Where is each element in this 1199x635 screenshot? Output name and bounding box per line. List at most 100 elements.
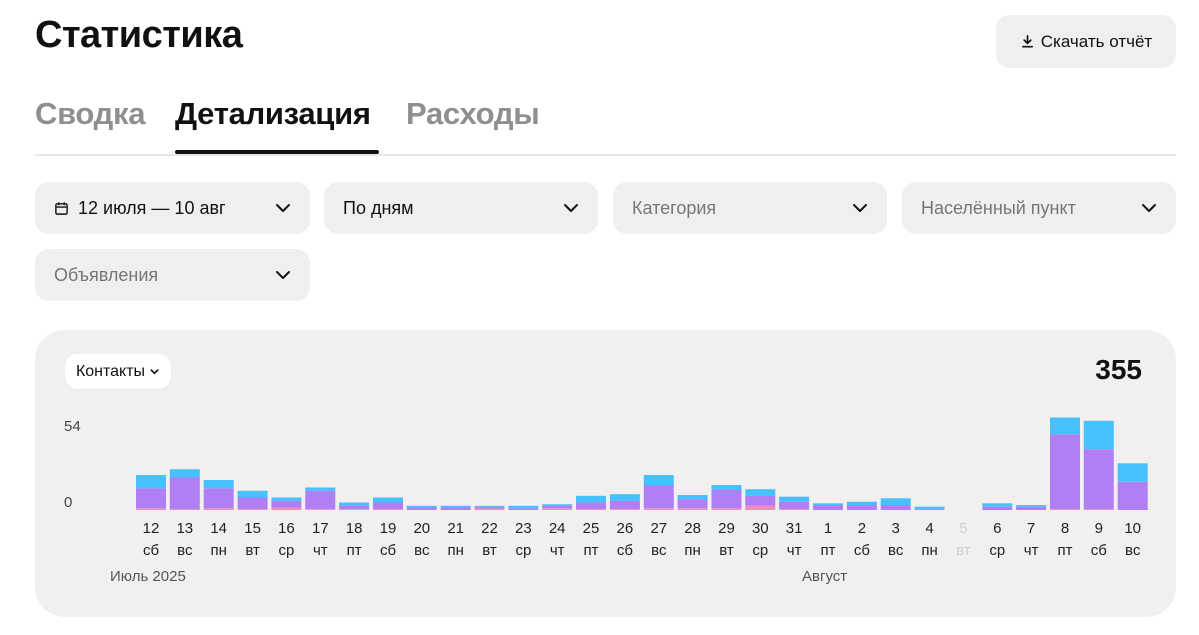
x-tick-day: 4 [925,520,933,537]
bar-segment [677,508,708,510]
download-icon [1021,35,1033,48]
bar-segment [474,505,505,507]
bar-segment [136,488,166,509]
x-tick-weekday: сб [617,542,633,559]
tab-bar: Сводка Детализация Расходы [35,96,1176,156]
bar-segment [576,495,606,503]
x-tick-day: 12 [143,520,160,537]
bar-segment [305,509,336,510]
grouping-value: По дням [343,197,414,218]
tab-details[interactable]: Детализация [175,96,371,132]
x-tick-day: 28 [684,520,701,537]
chevron-down-icon [1142,204,1156,212]
bar-segment [542,504,573,506]
x-tick-weekday: вс [1125,542,1141,559]
x-tick-day: 16 [278,520,295,537]
download-report-button[interactable]: Скачать отчёт [996,15,1176,68]
tab-summary[interactable]: Сводка [35,96,146,132]
bar-segment [779,496,810,502]
chart-card: Контакты 355 54 0 12 сб 13 вс 14 пн 15 вт 16 ср 17… [35,330,1176,617]
x-tick-weekday: чт [1024,542,1039,559]
bar-segment [474,508,505,510]
tab-expenses[interactable]: Расходы [406,96,540,132]
bar-segment [203,480,234,489]
x-tick-day: 25 [583,520,600,537]
x-tick-weekday: ср [752,542,768,559]
x-tick-day: 6 [993,520,1001,537]
month-label-july: Июль 2025 [110,568,186,585]
category-select[interactable]: Категория [613,182,887,234]
bar-segment [305,490,336,510]
x-tick-day: 13 [176,520,193,537]
x-tick-weekday: вс [651,542,667,559]
x-tick-weekday: пт [1058,542,1073,559]
page-title: Статистика [35,14,243,56]
x-tick-weekday: пт [347,542,362,559]
bar-segment [779,501,810,510]
x-tick-day: 3 [892,520,900,537]
bar-segment [711,485,742,490]
bar-segment [305,487,336,491]
x-tick-weekday: сб [143,542,159,559]
bar-segment [542,508,573,510]
bar-segment [1083,420,1114,450]
bar-segment [1083,449,1114,510]
bar-segment [406,505,437,508]
calendar-icon [55,201,68,215]
bar-segment [779,509,810,510]
chevron-down-icon [276,271,290,279]
bar-segment [169,469,200,478]
bar-segment [508,508,539,510]
period-value: 12 июля — 10 авг [78,197,226,218]
x-tick-day: 14 [210,520,227,537]
bar-segment [136,475,166,489]
grouping-select[interactable]: По дням [324,182,598,234]
x-tick-weekday: вт [719,542,734,559]
bar-segment [271,497,302,501]
city-placeholder: Населённый пункт [921,197,1076,218]
x-tick-weekday: сб [1091,542,1107,559]
bar-segment [643,485,674,509]
bar-segment [846,505,877,510]
bar-segment [677,495,708,500]
x-tick-weekday: сб [380,542,396,559]
bar-segment [677,500,708,509]
bar-segment [982,503,1013,507]
x-tick-day: 9 [1095,520,1103,537]
bar-segment [914,509,945,510]
x-tick-weekday: вт [482,542,497,559]
bar-segment [813,503,843,505]
bar-segment [373,497,403,503]
bar-segment [745,495,776,506]
bar-segment [813,505,843,510]
bar-segment [643,475,674,485]
bar-segment [643,508,674,510]
bar-segment [1050,417,1080,435]
bar-segment [1117,481,1148,510]
bar-segment [440,507,471,510]
x-tick-day: 26 [617,520,634,537]
x-tick-weekday: вт [245,542,260,559]
x-tick-day: 24 [549,520,566,537]
bar-segment [406,507,437,510]
bar-segment [1016,506,1047,510]
x-tick-day: 10 [1124,520,1141,537]
ads-placeholder: Объявления [54,264,159,285]
bar-segment [1050,434,1080,510]
x-tick-day: 31 [786,520,803,537]
x-tick-weekday: ср [989,542,1005,559]
bar-segment [880,498,911,505]
city-select[interactable]: Населённый пункт [902,182,1176,234]
x-tick-weekday: пн [684,542,700,559]
x-tick-day: 8 [1061,520,1069,537]
bar-segment [745,489,776,496]
bar-segment [237,509,268,510]
ads-select[interactable]: Объявления [35,249,310,301]
x-tick-weekday: чт [550,542,565,559]
x-tick-weekday: ср [278,542,294,559]
x-tick-day: 1 [824,520,832,537]
bar-segment [203,508,234,510]
period-select[interactable]: 12 июля — 10 авг [35,182,310,234]
contacts-bar-chart: 12сб13вс14пн15вт16ср17чт18пт19сб20вс21пн… [136,417,1148,559]
bar-segment [237,497,268,510]
